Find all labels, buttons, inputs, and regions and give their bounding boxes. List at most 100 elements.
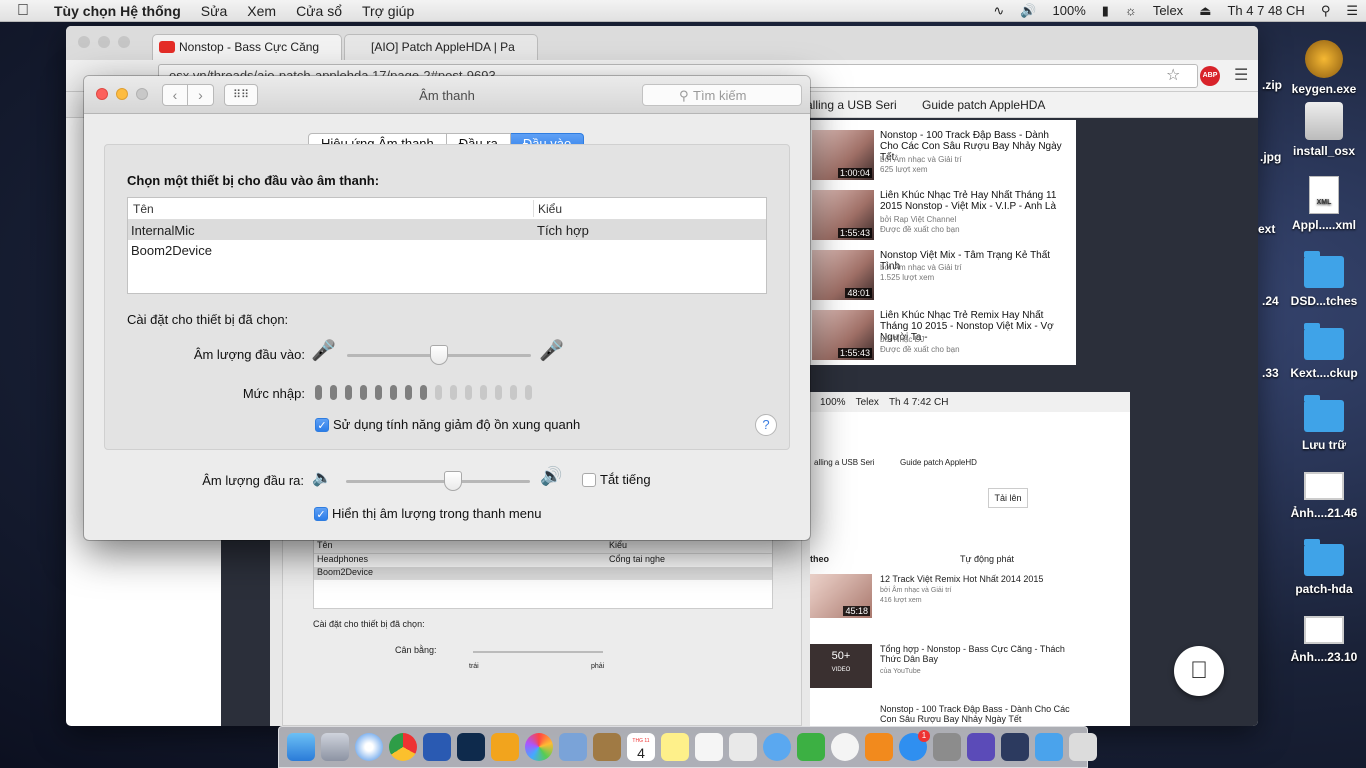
desktop-icon-install-osx[interactable]: install_osx — [1282, 102, 1366, 158]
maps-icon[interactable] — [729, 733, 757, 761]
table-row[interactable]: InternalMic Tích hợp — [128, 220, 766, 240]
photoshop-icon[interactable] — [457, 733, 485, 761]
battery-percent[interactable]: 100% — [1045, 3, 1094, 18]
desktop-icon-archive[interactable]: Lưu trữ — [1282, 395, 1366, 452]
input-source-icon[interactable]: ☼ — [1117, 3, 1145, 18]
table-row[interactable]: Boom2Device — [128, 240, 766, 260]
apple-menu-icon[interactable]:  — [0, 2, 46, 20]
contacts-icon[interactable] — [593, 733, 621, 761]
video-title[interactable]: Liên Khúc Nhạc Trẻ Hay Nhất Tháng 11 201… — [880, 190, 1070, 212]
dock: THG 11 4 1 — [278, 726, 1097, 768]
itunes-icon[interactable] — [831, 733, 859, 761]
input-level-meter — [315, 385, 532, 400]
eject-icon[interactable]: ⏏ — [1191, 3, 1219, 19]
downloads-folder-icon[interactable] — [1035, 733, 1063, 761]
checkbox-checked-icon[interactable]: ✓ — [315, 417, 329, 432]
desktop-icon-screenshot-2[interactable]: Ảnh....23.10 — [1282, 616, 1366, 664]
column-name-header[interactable]: Tên — [133, 202, 154, 216]
input-volume-knob[interactable] — [430, 345, 448, 365]
column-type-header[interactable]: Kiểu — [538, 202, 562, 216]
desktop-icon-xml[interactable]: XML Appl.....xml — [1282, 176, 1366, 232]
desktop-icon-screenshot-1[interactable]: Ảnh....21.46 — [1282, 472, 1366, 520]
clock[interactable]: Th 4 7 48 CH — [1219, 3, 1312, 18]
folder-icon — [1304, 395, 1344, 432]
notes-icon[interactable] — [661, 733, 689, 761]
desktop-icon-keygen[interactable]: keygen.exe — [1282, 40, 1366, 96]
menu-view[interactable]: Xem — [237, 3, 286, 19]
bookmark-guide-patch[interactable]: Guide patch AppleHDA — [922, 98, 1045, 112]
desktop-partial-label: .jpg — [1260, 150, 1282, 164]
noise-reduction-checkbox[interactable]: ✓ Sử dụng tính năng giảm độ ồn xung quan… — [315, 417, 580, 432]
spotlight-search-icon[interactable]: ⚲ — [1313, 3, 1339, 19]
input-source-label[interactable]: Telex — [1145, 3, 1191, 18]
nested-row-name: Boom2Device — [317, 567, 374, 577]
logo-maker-icon[interactable] — [491, 733, 519, 761]
bookmark-usb[interactable]: alling a USB Seri — [806, 98, 897, 112]
nested-balance-left: trái — [469, 663, 479, 670]
reminders-icon[interactable] — [695, 733, 723, 761]
launchpad-icon[interactable] — [321, 733, 349, 761]
video-thumbnail[interactable]: 1:00:04 — [812, 130, 874, 180]
menu-window[interactable]: Cửa sổ — [286, 3, 352, 19]
menu-help[interactable]: Trợ giúp — [352, 3, 424, 19]
notification-center-icon[interactable]: ☰ — [1338, 3, 1366, 19]
virtualbox-icon[interactable] — [967, 733, 995, 761]
nested-playlist-thumbnail: 50+ VIDEO — [810, 644, 872, 688]
bluetooth-signal-icon[interactable]: ∿ — [985, 3, 1012, 19]
screenshot-icon — [1304, 472, 1344, 500]
desktop-icon-patch-hda[interactable]: patch-hda — [1282, 539, 1366, 596]
mute-checkbox[interactable]: Tắt tiếng — [582, 472, 651, 487]
messages-icon[interactable] — [763, 733, 791, 761]
checkbox-unchecked-icon[interactable] — [582, 472, 596, 487]
list-item[interactable]: 1:55:43 Liên Khúc Nhạc Trẻ Remix Hay Nhấ… — [812, 308, 1076, 362]
list-item[interactable]: 48:01 Nonstop Việt Mix - Tâm Trạng Kẻ Th… — [812, 248, 1076, 302]
output-volume-slider[interactable] — [346, 471, 530, 491]
checkbox-checked-icon[interactable]: ✓ — [314, 506, 328, 521]
adblock-icon[interactable]: ABP — [1200, 66, 1220, 86]
photos-icon[interactable] — [525, 733, 553, 761]
input-volume-slider[interactable] — [347, 345, 531, 365]
facetime-icon[interactable] — [797, 733, 825, 761]
search-field[interactable]: ⚲ Tìm kiếm — [642, 84, 802, 106]
volume-icon[interactable]: 🔊 — [1012, 3, 1044, 19]
browser-tab-patch[interactable]: [AIO] Patch AppleHDA | Pa — [344, 34, 538, 60]
video-thumbnail[interactable]: 1:55:43 — [812, 190, 874, 240]
trash-icon[interactable] — [1069, 733, 1097, 761]
nested-next-label: theo — [810, 554, 829, 564]
xcode-icon[interactable] — [1001, 733, 1029, 761]
show-volume-in-menu-checkbox[interactable]: ✓ Hiển thị âm lượng trong thanh menu — [314, 506, 541, 521]
finder-icon[interactable] — [287, 733, 315, 761]
apple-x-widget-icon[interactable]:  — [1174, 646, 1224, 696]
ibooks-icon[interactable] — [865, 733, 893, 761]
nested-video-title: 12 Track Việt Remix Hot Nhất 2014 2015 — [880, 574, 1044, 584]
system-preferences-icon[interactable] — [933, 733, 961, 761]
word-icon[interactable] — [423, 733, 451, 761]
browser-tab-youtube[interactable]: Nonstop - Bass Cực Căng — [152, 34, 342, 60]
input-level-bar — [345, 385, 352, 400]
browser-tab-label: Nonstop - Bass Cực Căng — [179, 40, 320, 54]
input-level-bar — [510, 385, 517, 400]
help-button[interactable]: ? — [755, 414, 777, 436]
chrome-menu-icon[interactable]: ☰ — [1234, 65, 1248, 85]
output-volume-knob[interactable] — [443, 471, 462, 491]
microphone-low-icon: 🎤 — [311, 340, 336, 362]
menu-app-name[interactable]: Tùy chọn Hệ thống — [46, 3, 191, 19]
desktop-icon-dsdt[interactable]: DSD...tches — [1282, 251, 1366, 308]
battery-icon[interactable]: ▮ — [1094, 3, 1117, 19]
nested-col-name: Tên — [317, 540, 333, 550]
calendar-icon[interactable]: THG 11 4 — [627, 733, 655, 761]
video-thumbnail[interactable]: 48:01 — [812, 250, 874, 300]
video-thumbnail[interactable]: 1:55:43 — [812, 310, 874, 360]
nested-upload-button: Tải lên — [988, 488, 1028, 508]
chrome-icon[interactable] — [389, 733, 417, 761]
list-item[interactable]: 1:00:04 Nonstop - 100 Track Đập Bass - D… — [812, 128, 1076, 182]
bookmark-star-icon[interactable]: ☆ — [1166, 65, 1180, 85]
menu-edit[interactable]: Sửa — [191, 3, 238, 19]
desktop-icon-label: Lưu trữ — [1301, 438, 1347, 452]
preview-icon[interactable] — [559, 733, 587, 761]
app-store-icon[interactable]: 1 — [899, 730, 930, 761]
nested-browser: alling a USB Seri Guide patch AppleHD Tả… — [810, 412, 1130, 726]
safari-icon[interactable] — [355, 733, 383, 761]
desktop-icon-kext-backup[interactable]: Kext....ckup — [1282, 323, 1366, 380]
list-item[interactable]: 1:55:43 Liên Khúc Nhạc Trẻ Hay Nhất Thán… — [812, 188, 1076, 242]
